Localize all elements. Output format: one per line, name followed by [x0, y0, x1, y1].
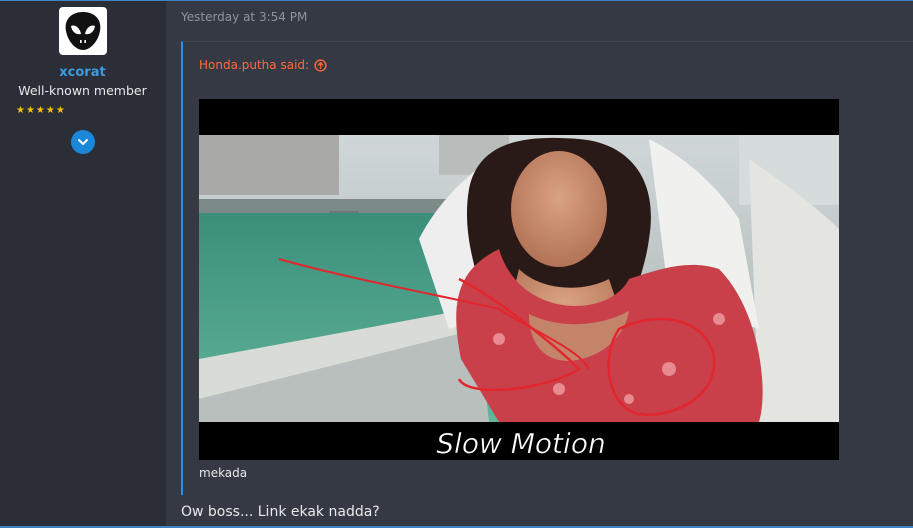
expand-user-info-button[interactable]	[70, 130, 95, 154]
username[interactable]: xcorat	[59, 65, 105, 81]
post-timestamp[interactable]: Yesterday at 3:54 PM	[181, 10, 307, 24]
arrow-up-circle-icon[interactable]	[314, 58, 327, 72]
quote-header[interactable]: Honda.putha said:	[199, 58, 327, 72]
quoted-image[interactable]: Slow Motion	[199, 99, 839, 460]
chevron-down-icon	[77, 139, 88, 145]
post-main: Yesterday at 3:54 PM Honda.putha said: S…	[166, 1, 913, 526]
user-title: Well-known member	[18, 83, 147, 98]
quote-author[interactable]: Honda.putha said:	[199, 58, 309, 72]
video-frame: Slow Motion	[199, 99, 839, 460]
avatar[interactable]	[58, 7, 107, 55]
forum-post: xcorat Well-known member ★★★★★ Yesterday…	[0, 0, 913, 528]
post-body-text: Ow boss... Link ekak nadda?	[181, 504, 380, 520]
rating-stars: ★★★★★	[16, 105, 66, 116]
quote-caption: mekada	[199, 466, 248, 480]
quote-block: Honda.putha said: Slow Motion mekada	[181, 41, 913, 495]
video-overlay-text: Slow Motion	[436, 427, 605, 460]
alien-head-icon	[65, 12, 100, 50]
user-panel: xcorat Well-known member ★★★★★	[0, 1, 166, 526]
